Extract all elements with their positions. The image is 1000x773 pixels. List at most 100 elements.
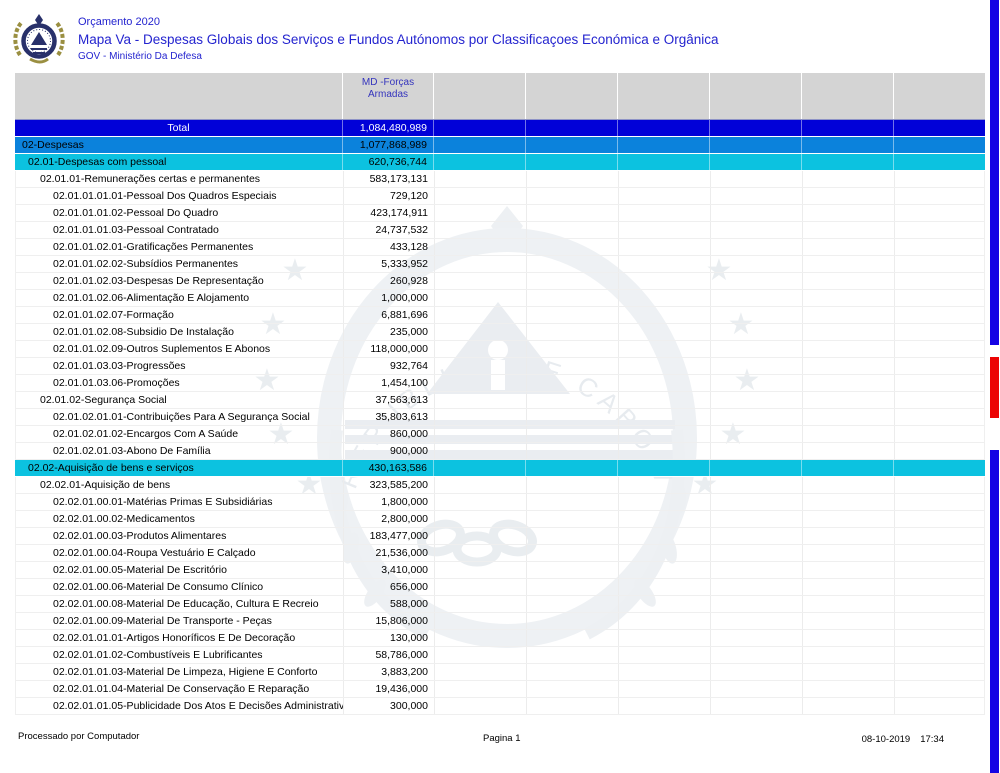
row-label: 02-Despesas [15,139,84,151]
budget-year-label: Orçamento 2020 [78,16,160,28]
row-label: 02.02.01.01.01-Artigos Honoríficos E De … [16,632,295,644]
table-row: 02.02.01-Aquisição de bens323,585,200 [15,477,985,494]
footer-time: 17:34 [920,734,944,745]
row-label: 02.02.01.00.01-Matérias Primas E Subsidi… [16,496,272,508]
row-label: 02.01.01.02.02-Subsídios Permanentes [16,258,238,270]
row-label: 02.01.01.02.07-Formação [16,309,174,321]
table-row: 02.02.01.01.04-Material De Conservação E… [15,681,985,698]
row-label: 02.01.01-Remunerações certas e permanent… [16,173,260,185]
row-value: 430,163,586 [342,460,433,476]
row-value: 729,120 [343,188,434,204]
table-row: 02.01.01.02.08-Subsidio De Instalação235… [15,324,985,341]
row-value: 6,881,696 [343,307,434,323]
row-value: 21,536,000 [343,545,434,561]
table-row: 02.01.01.02.07-Formação 6,881,696 [15,307,985,324]
table-row: 02.02.01.00.05-Material De Escritório3,4… [15,562,985,579]
row-value: 15,806,000 [343,613,434,629]
row-value: 35,803,613 [343,409,434,425]
table-row: Total 1,084,480,989 [15,120,985,137]
row-value: 130,000 [343,630,434,646]
row-label: 02.01.01.01.03-Pessoal Contratado [16,224,219,236]
row-value: 37,563,613 [343,392,434,408]
row-value: 588,000 [343,596,434,612]
row-value: 932,764 [343,358,434,374]
table-row: 02.02.01.00.06-Material De Consumo Clíni… [15,579,985,596]
row-label: 02.01.02-Segurança Social [16,394,167,406]
row-label: 02.02.01.00.03-Produtos Alimentares [16,530,226,542]
cape-verde-emblem-logo [11,11,67,65]
row-label: 02.01-Despesas com pessoal [15,156,166,168]
table-row: 02.02.01.00.01-Matérias Primas E Subsidi… [15,494,985,511]
row-value: 2,800,000 [343,511,434,527]
table-row: 02.01.01.01.02-Pessoal Do Quadro423,174,… [15,205,985,222]
row-value: 183,477,000 [343,528,434,544]
row-value: 24,737,532 [343,222,434,238]
column-header-md-forcas-armadas: MD -Forças Armadas [342,73,433,119]
row-value: 860,000 [343,426,434,442]
table-row: 02.01.01-Remunerações certas e permanent… [15,171,985,188]
right-edge-bar-blue-bottom [990,450,999,773]
row-label: 02.02.01.01.03-Material De Limpeza, Higi… [16,666,317,678]
row-value: 656,000 [343,579,434,595]
table-row: 02.01.02.01.02-Encargos Com A Saúde 860,0… [15,426,985,443]
table-header: MD -Forças Armadas [15,73,985,120]
table-row: 02.02-Aquisição de bens e serviços430,16… [15,460,985,477]
row-label: 02.02.01.00.06-Material De Consumo Clíni… [16,581,263,593]
table-row: 02.01.01.03.03-Progressões932,764 [15,358,985,375]
table-row: 02.01.01.02.09-Outros Suplementos E Abon… [15,341,985,358]
row-value: 1,800,000 [343,494,434,510]
table-row: 02.02.01.00.08-Material De Educação, Cul… [15,596,985,613]
table-row: 02.01.02-Segurança Social 37,563,613 [15,392,985,409]
row-value: 3,883,200 [343,664,434,680]
row-label: 02.01.01.02.06-Alimentação E Alojamento [16,292,249,304]
row-value: 1,077,868,989 [342,137,433,153]
table-row: 02.01.01.03.06-Promoções1,454,100 [15,375,985,392]
row-label: 02.02.01.01.02-Combustíveis E Lubrifican… [16,649,263,661]
table-row: 02.02.01.01.05-Publicidade Dos Atos E De… [15,698,985,715]
row-value: 1,454,100 [343,375,434,391]
page-title: Mapa Va - Despesas Globais dos Serviços … [78,32,719,47]
row-value: 1,000,000 [343,290,434,306]
footer-page-number: Pagina 1 [483,733,521,744]
row-label: 02.01.01.02.03-Despesas De Representação [16,275,264,287]
row-value: 58,786,000 [343,647,434,663]
entity-subtitle: GOV - Ministério Da Defesa [78,51,202,62]
row-label: 02.02.01.00.02-Medicamentos [16,513,195,525]
row-value: 900,000 [343,443,434,459]
row-value: 300,000 [343,698,434,714]
table-row: 02.02.01.01.01-Artigos Honoríficos E De … [15,630,985,647]
row-label: 02.02.01.00.08-Material De Educação, Cul… [16,598,319,610]
right-edge-bar-blue-top [990,0,999,345]
right-edge-bar-red [990,357,999,418]
table-row: 02.01.01.02.03-Despesas De Representação… [15,273,985,290]
laurel-left [15,22,22,55]
row-label: 02.02.01.01.04-Material De Conservação E… [16,683,309,695]
table-row: 02.02.01.00.09-Material De Transporte - … [15,613,985,630]
row-value: 118,000,000 [343,341,434,357]
table-row: 02.01.01.01.01-Pessoal Dos Quadros Espec… [15,188,985,205]
table-row: 02.01.02.01.01-Contribuições Para A Segu… [15,409,985,426]
report-page: Orçamento 2020 Mapa Va - Despesas Globai… [0,0,1000,773]
row-label: 02.01.02.01.01-Contribuições Para A Segu… [16,411,310,423]
row-label: 02.01.01.02.08-Subsidio De Instalação [16,326,234,338]
row-label: Total [167,122,189,134]
row-value: 583,173,131 [343,171,434,187]
row-value: 423,174,911 [343,205,434,221]
table-body: Total 1,084,480,989 02-Despesas 1,077,868,9… [15,120,985,715]
row-value: 433,128 [343,239,434,255]
row-value: 323,585,200 [343,477,434,493]
table-row: 02.02.01.01.02-Combustíveis E Lubrifican… [15,647,985,664]
row-label: 02.01.01.02.01-Gratificações Permanentes [16,241,253,253]
table-row: 02.01.01.02.02-Subsídios Permanentes5,33… [15,256,985,273]
laurel-base [30,59,48,62]
footer-datetime: 08-10-2019 17:34 [862,734,944,745]
laurel-right [56,22,63,55]
row-value: 1,084,480,989 [342,120,433,136]
row-label: 02.01.02.01.02-Encargos Com A Saúde [16,428,238,440]
table-row: 02.02.01.01.03-Material De Limpeza, Higi… [15,664,985,681]
row-value: 620,736,744 [342,154,433,170]
row-label: 02.02.01.00.09-Material De Transporte - … [16,615,272,627]
row-label: 02.01.01.01.01-Pessoal Dos Quadros Espec… [16,190,277,202]
table-row: 02.01.01.02.01-Gratificações Permanentes… [15,239,985,256]
table-row: 02.02.01.00.03-Produtos Alimentares 183,4… [15,528,985,545]
